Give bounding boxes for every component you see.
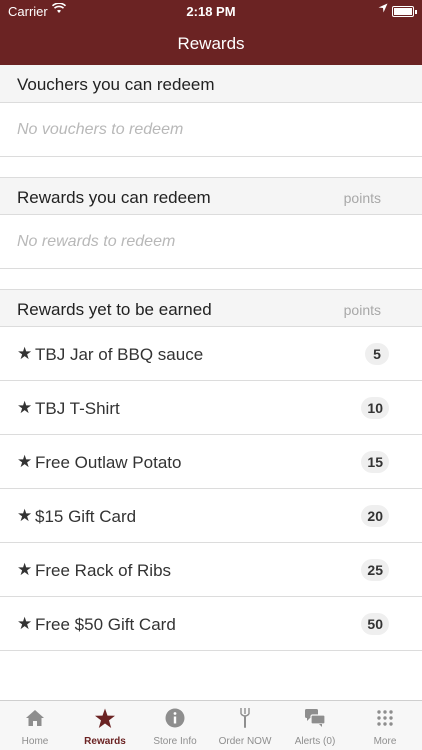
fork-icon <box>210 707 280 729</box>
reward-row[interactable]: ★ TBJ T-Shirt 10 <box>0 381 422 435</box>
section-spacer <box>0 157 422 177</box>
status-bar: Carrier 2:18 PM <box>0 0 422 22</box>
status-time: 2:18 PM <box>186 4 236 19</box>
tab-home-label: Home <box>21 736 49 747</box>
tab-rewards-label: Rewards <box>84 736 126 747</box>
battery-icon <box>392 6 417 17</box>
info-icon <box>140 707 210 729</box>
tab-order-now-label: Order NOW <box>218 736 272 747</box>
grid-icon <box>350 707 420 729</box>
star-icon: ★ <box>17 398 33 417</box>
vouchers-section-title: Vouchers you can redeem <box>17 75 215 94</box>
reward-points-badge: 5 <box>365 343 389 365</box>
navigation-bar: Rewards <box>0 22 422 65</box>
tab-store-info[interactable]: Store Info <box>140 701 210 750</box>
reward-row[interactable]: ★ Free $50 Gift Card 50 <box>0 597 422 651</box>
reward-points-badge: 20 <box>361 505 389 527</box>
tab-more-label: More <box>373 736 397 747</box>
section-spacer <box>0 269 422 289</box>
reward-name: TBJ Jar of BBQ sauce <box>35 345 204 364</box>
redeemable-section-header: Rewards you can redeem points <box>0 177 422 215</box>
tab-more[interactable]: More <box>350 701 420 750</box>
star-icon: ★ <box>17 614 33 633</box>
star-icon: ★ <box>17 344 33 363</box>
redeemable-points-label: points <box>343 190 381 206</box>
chat-icon <box>280 707 350 729</box>
reward-name: Free $50 Gift Card <box>35 615 176 634</box>
reward-row[interactable]: ★ TBJ Jar of BBQ sauce 5 <box>0 327 422 381</box>
location-arrow-icon <box>378 3 388 16</box>
vouchers-empty-row: No vouchers to redeem <box>0 103 422 157</box>
to-earn-section-header: Rewards yet to be earned points <box>0 289 422 327</box>
tab-bar: Home Rewards Store Info Order NOW Alerts… <box>0 700 422 750</box>
reward-points-badge: 50 <box>361 613 389 635</box>
home-icon <box>0 707 70 729</box>
redeemable-empty-text: No rewards to redeem <box>17 233 176 250</box>
star-icon: ★ <box>17 560 33 579</box>
reward-name: Free Rack of Ribs <box>35 561 172 580</box>
redeemable-empty-row: No rewards to redeem <box>0 215 422 269</box>
tab-rewards[interactable]: Rewards <box>70 701 140 750</box>
rewards-list[interactable]: Vouchers you can redeem No vouchers to r… <box>0 65 422 700</box>
star-icon <box>70 707 140 729</box>
reward-points-badge: 15 <box>361 451 389 473</box>
reward-row[interactable]: ★ Free Outlaw Potato 15 <box>0 435 422 489</box>
reward-points-badge: 25 <box>361 559 389 581</box>
to-earn-points-label: points <box>343 302 381 318</box>
reward-name: TBJ T-Shirt <box>35 399 120 418</box>
to-earn-section-title: Rewards yet to be earned <box>17 300 212 319</box>
tab-order-now[interactable]: Order NOW <box>210 701 280 750</box>
vouchers-empty-text: No vouchers to redeem <box>17 121 184 138</box>
tab-alerts[interactable]: Alerts (0) <box>280 701 350 750</box>
reward-row[interactable]: ★ $15 Gift Card 20 <box>0 489 422 543</box>
reward-name: $15 Gift Card <box>35 507 137 526</box>
reward-points-badge: 10 <box>361 397 389 419</box>
reward-row[interactable]: ★ Free Rack of Ribs 25 <box>0 543 422 597</box>
star-icon: ★ <box>17 452 33 471</box>
tab-store-info-label: Store Info <box>153 736 197 747</box>
reward-name: Free Outlaw Potato <box>35 453 182 472</box>
redeemable-section-title: Rewards you can redeem <box>17 188 211 207</box>
tab-alerts-label: Alerts (0) <box>294 736 336 747</box>
vouchers-section-header: Vouchers you can redeem <box>0 65 422 103</box>
tab-home[interactable]: Home <box>0 701 70 750</box>
star-icon: ★ <box>17 506 33 525</box>
page-title: Rewards <box>177 34 245 53</box>
